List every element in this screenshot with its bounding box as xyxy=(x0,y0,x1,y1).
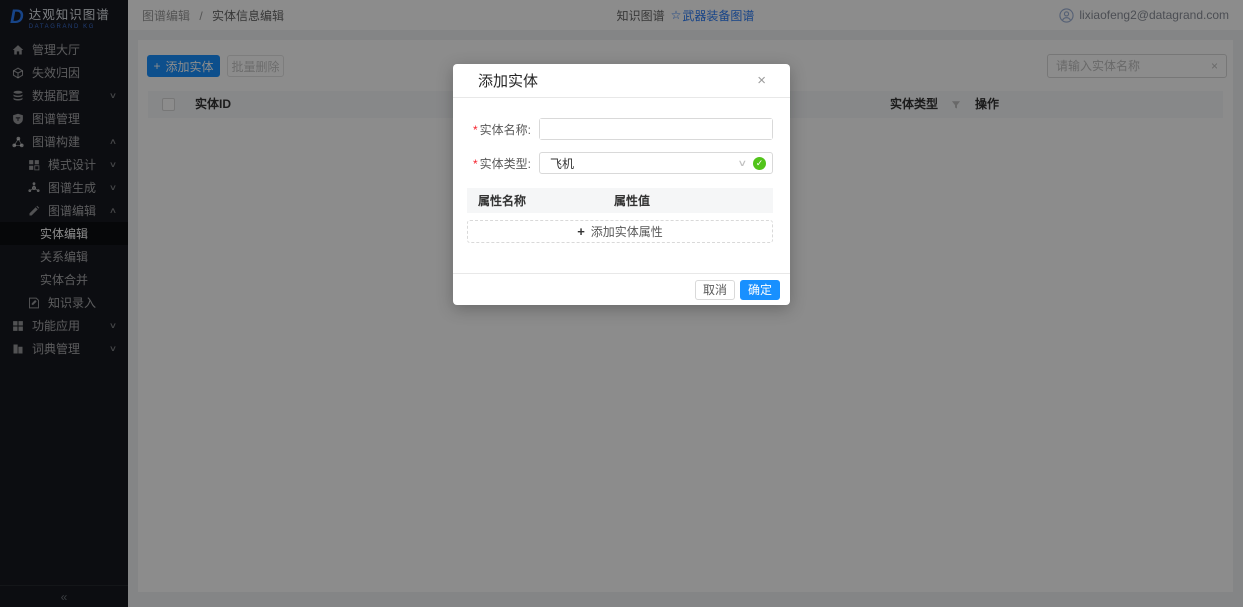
add-entity-modal: 添加实体 × *实体名称: *实体类型: 飞机 ∨ ✓ 属性名称 属性值 xyxy=(453,64,790,305)
modal-title: 添加实体 xyxy=(478,70,538,91)
chevron-down-icon: ∨ xyxy=(738,158,748,169)
valid-check-icon: ✓ xyxy=(753,157,766,170)
confirm-button[interactable]: 确定 xyxy=(740,280,780,300)
entity-type-label: *实体类型: xyxy=(467,155,531,172)
modal-body: *实体名称: *实体类型: 飞机 ∨ ✓ 属性名称 属性值 + 添加实体属性 xyxy=(453,98,790,243)
app-root: D 达观知识图谱 DATAGRAND KG 管理大厅 失效归因 数据配置 ∨ xyxy=(0,0,1243,607)
entity-name-row: *实体名称: xyxy=(467,118,773,140)
add-attribute-label: 添加实体属性 xyxy=(591,223,663,240)
required-asterisk: * xyxy=(473,157,478,171)
entity-type-select[interactable]: 飞机 ∨ ✓ xyxy=(539,152,773,174)
entity-type-value: 飞机 xyxy=(550,155,739,172)
entity-type-row: *实体类型: 飞机 ∨ ✓ xyxy=(467,152,773,174)
entity-name-label: *实体名称: xyxy=(467,121,531,138)
close-icon[interactable]: × xyxy=(757,73,766,88)
modal-footer: 取消 确定 xyxy=(453,273,790,305)
modal-header: 添加实体 × xyxy=(453,64,790,98)
cancel-button[interactable]: 取消 xyxy=(695,280,735,300)
add-attribute-button[interactable]: + 添加实体属性 xyxy=(467,220,773,243)
required-asterisk: * xyxy=(473,123,478,137)
column-attr-value: 属性值 xyxy=(614,192,650,209)
column-attr-name: 属性名称 xyxy=(467,192,614,209)
entity-name-input[interactable] xyxy=(540,119,772,139)
plus-icon: + xyxy=(577,224,585,239)
attribute-table-header: 属性名称 属性值 xyxy=(467,188,773,213)
entity-name-field-wrap xyxy=(539,118,773,140)
